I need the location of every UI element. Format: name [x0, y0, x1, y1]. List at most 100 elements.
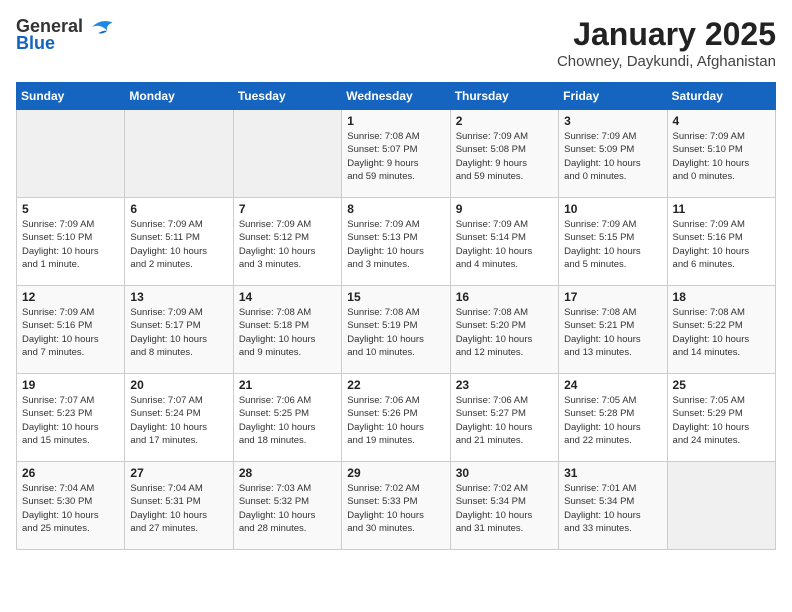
- week-row-1: 1 Sunrise: 7:08 AMSunset: 5:07 PMDaylight…: [17, 110, 776, 198]
- day-number: 20: [130, 378, 227, 392]
- calendar-cell: 30 Sunrise: 7:02 AMSunset: 5:34 PMDayligh…: [450, 462, 558, 550]
- calendar-cell: 24Sunrise: 7:05 AMSunset: 5:28 PMDayligh…: [559, 374, 667, 462]
- day-info: Sunrise: 7:02 AMSunset: 5:33 PMDaylight:…: [347, 482, 444, 535]
- day-info: Sunrise: 7:08 AMSunset: 5:20 PMDaylight:…: [456, 306, 553, 359]
- calendar-cell: 4 Sunrise: 7:09 AMSunset: 5:10 PMDaylight…: [667, 110, 775, 198]
- day-info: Sunrise: 7:02 AMSunset: 5:34 PMDaylight:…: [456, 482, 553, 535]
- calendar-cell: 26Sunrise: 7:04 AMSunset: 5:30 PMDayligh…: [17, 462, 125, 550]
- day-info: Sunrise: 7:09 AMSunset: 5:10 PMDaylight:…: [673, 130, 770, 183]
- day-info: Sunrise: 7:03 AMSunset: 5:32 PMDaylight:…: [239, 482, 336, 535]
- calendar-cell: 16 Sunrise: 7:08 AMSunset: 5:20 PMDayligh…: [450, 286, 558, 374]
- calendar-cell: 19 Sunrise: 7:07 AMSunset: 5:23 PMDayligh…: [17, 374, 125, 462]
- day-info: Sunrise: 7:09 AMSunset: 5:13 PMDaylight:…: [347, 218, 444, 271]
- calendar-cell: 23Sunrise: 7:06 AMSunset: 5:27 PMDayligh…: [450, 374, 558, 462]
- day-info: Sunrise: 7:08 AMSunset: 5:18 PMDaylight:…: [239, 306, 336, 359]
- week-row-4: 19 Sunrise: 7:07 AMSunset: 5:23 PMDayligh…: [17, 374, 776, 462]
- day-number: 15: [347, 290, 444, 304]
- day-number: 4: [673, 114, 770, 128]
- day-number: 12: [22, 290, 119, 304]
- calendar-cell: 8 Sunrise: 7:09 AMSunset: 5:13 PMDaylight…: [342, 198, 450, 286]
- day-info: Sunrise: 7:09 AMSunset: 5:11 PMDaylight:…: [130, 218, 227, 271]
- logo-blue: Blue: [16, 33, 55, 54]
- col-header-wednesday: Wednesday: [342, 83, 450, 110]
- col-header-tuesday: Tuesday: [233, 83, 341, 110]
- calendar-cell: 7 Sunrise: 7:09 AMSunset: 5:12 PMDaylight…: [233, 198, 341, 286]
- day-info: Sunrise: 7:09 AMSunset: 5:17 PMDaylight:…: [130, 306, 227, 359]
- day-info: Sunrise: 7:04 AMSunset: 5:30 PMDaylight:…: [22, 482, 119, 535]
- location: Chowney, Daykundi, Afghanistan: [557, 53, 776, 70]
- day-number: 30: [456, 466, 553, 480]
- col-header-saturday: Saturday: [667, 83, 775, 110]
- day-number: 31: [564, 466, 661, 480]
- calendar-cell: [17, 110, 125, 198]
- header-row: SundayMondayTuesdayWednesdayThursdayFrid…: [17, 83, 776, 110]
- day-info: Sunrise: 7:08 AMSunset: 5:22 PMDaylight:…: [673, 306, 770, 359]
- day-info: Sunrise: 7:08 AMSunset: 5:19 PMDaylight:…: [347, 306, 444, 359]
- day-info: Sunrise: 7:09 AMSunset: 5:15 PMDaylight:…: [564, 218, 661, 271]
- logo-bird-icon: [87, 18, 115, 36]
- week-row-3: 12 Sunrise: 7:09 AMSunset: 5:16 PMDayligh…: [17, 286, 776, 374]
- day-number: 6: [130, 202, 227, 216]
- day-info: Sunrise: 7:07 AMSunset: 5:24 PMDaylight:…: [130, 394, 227, 447]
- calendar-cell: 20 Sunrise: 7:07 AMSunset: 5:24 PMDayligh…: [125, 374, 233, 462]
- day-info: Sunrise: 7:09 AMSunset: 5:12 PMDaylight:…: [239, 218, 336, 271]
- day-number: 25: [673, 378, 770, 392]
- day-info: Sunrise: 7:01 AMSunset: 5:34 PMDaylight:…: [564, 482, 661, 535]
- day-info: Sunrise: 7:09 AMSunset: 5:16 PMDaylight:…: [22, 306, 119, 359]
- day-info: Sunrise: 7:08 AMSunset: 5:07 PMDaylight:…: [347, 130, 444, 183]
- day-info: Sunrise: 7:04 AMSunset: 5:31 PMDaylight:…: [130, 482, 227, 535]
- day-number: 5: [22, 202, 119, 216]
- calendar-cell: 25Sunrise: 7:05 AMSunset: 5:29 PMDayligh…: [667, 374, 775, 462]
- calendar-cell: 29Sunrise: 7:02 AMSunset: 5:33 PMDayligh…: [342, 462, 450, 550]
- calendar-cell: 6 Sunrise: 7:09 AMSunset: 5:11 PMDaylight…: [125, 198, 233, 286]
- week-row-5: 26Sunrise: 7:04 AMSunset: 5:30 PMDayligh…: [17, 462, 776, 550]
- day-number: 9: [456, 202, 553, 216]
- day-number: 11: [673, 202, 770, 216]
- col-header-friday: Friday: [559, 83, 667, 110]
- calendar-cell: 10 Sunrise: 7:09 AMSunset: 5:15 PMDayligh…: [559, 198, 667, 286]
- day-number: 10: [564, 202, 661, 216]
- calendar-cell: [125, 110, 233, 198]
- calendar-cell: 14Sunrise: 7:08 AMSunset: 5:18 PMDayligh…: [233, 286, 341, 374]
- day-info: Sunrise: 7:09 AMSunset: 5:08 PMDaylight:…: [456, 130, 553, 183]
- calendar-cell: 12 Sunrise: 7:09 AMSunset: 5:16 PMDayligh…: [17, 286, 125, 374]
- day-number: 1: [347, 114, 444, 128]
- day-info: Sunrise: 7:09 AMSunset: 5:09 PMDaylight:…: [564, 130, 661, 183]
- day-number: 17: [564, 290, 661, 304]
- day-number: 16: [456, 290, 553, 304]
- day-number: 7: [239, 202, 336, 216]
- day-info: Sunrise: 7:05 AMSunset: 5:28 PMDaylight:…: [564, 394, 661, 447]
- calendar-cell: 18Sunrise: 7:08 AMSunset: 5:22 PMDayligh…: [667, 286, 775, 374]
- day-info: Sunrise: 7:06 AMSunset: 5:27 PMDaylight:…: [456, 394, 553, 447]
- col-header-sunday: Sunday: [17, 83, 125, 110]
- title-section: January 2025 Chowney, Daykundi, Afghanis…: [557, 16, 776, 70]
- calendar-cell: 5 Sunrise: 7:09 AMSunset: 5:10 PMDaylight…: [17, 198, 125, 286]
- day-number: 19: [22, 378, 119, 392]
- day-info: Sunrise: 7:09 AMSunset: 5:14 PMDaylight:…: [456, 218, 553, 271]
- calendar-cell: 13 Sunrise: 7:09 AMSunset: 5:17 PMDayligh…: [125, 286, 233, 374]
- day-info: Sunrise: 7:09 AMSunset: 5:10 PMDaylight:…: [22, 218, 119, 271]
- calendar-table: SundayMondayTuesdayWednesdayThursdayFrid…: [16, 82, 776, 550]
- col-header-monday: Monday: [125, 83, 233, 110]
- calendar-cell: 1 Sunrise: 7:08 AMSunset: 5:07 PMDaylight…: [342, 110, 450, 198]
- calendar-cell: [233, 110, 341, 198]
- calendar-cell: 15 Sunrise: 7:08 AMSunset: 5:19 PMDayligh…: [342, 286, 450, 374]
- day-info: Sunrise: 7:06 AMSunset: 5:25 PMDaylight:…: [239, 394, 336, 447]
- calendar-cell: 3 Sunrise: 7:09 AMSunset: 5:09 PMDaylight…: [559, 110, 667, 198]
- calendar-cell: 28 Sunrise: 7:03 AMSunset: 5:32 PMDayligh…: [233, 462, 341, 550]
- calendar-cell: 11Sunrise: 7:09 AMSunset: 5:16 PMDayligh…: [667, 198, 775, 286]
- calendar-cell: 17 Sunrise: 7:08 AMSunset: 5:21 PMDayligh…: [559, 286, 667, 374]
- day-number: 28: [239, 466, 336, 480]
- calendar-cell: [667, 462, 775, 550]
- day-number: 3: [564, 114, 661, 128]
- week-row-2: 5 Sunrise: 7:09 AMSunset: 5:10 PMDaylight…: [17, 198, 776, 286]
- calendar-cell: 21 Sunrise: 7:06 AMSunset: 5:25 PMDayligh…: [233, 374, 341, 462]
- day-number: 8: [347, 202, 444, 216]
- day-number: 2: [456, 114, 553, 128]
- calendar-cell: 2 Sunrise: 7:09 AMSunset: 5:08 PMDaylight…: [450, 110, 558, 198]
- day-info: Sunrise: 7:07 AMSunset: 5:23 PMDaylight:…: [22, 394, 119, 447]
- day-number: 27: [130, 466, 227, 480]
- day-number: 21: [239, 378, 336, 392]
- day-info: Sunrise: 7:08 AMSunset: 5:21 PMDaylight:…: [564, 306, 661, 359]
- day-number: 13: [130, 290, 227, 304]
